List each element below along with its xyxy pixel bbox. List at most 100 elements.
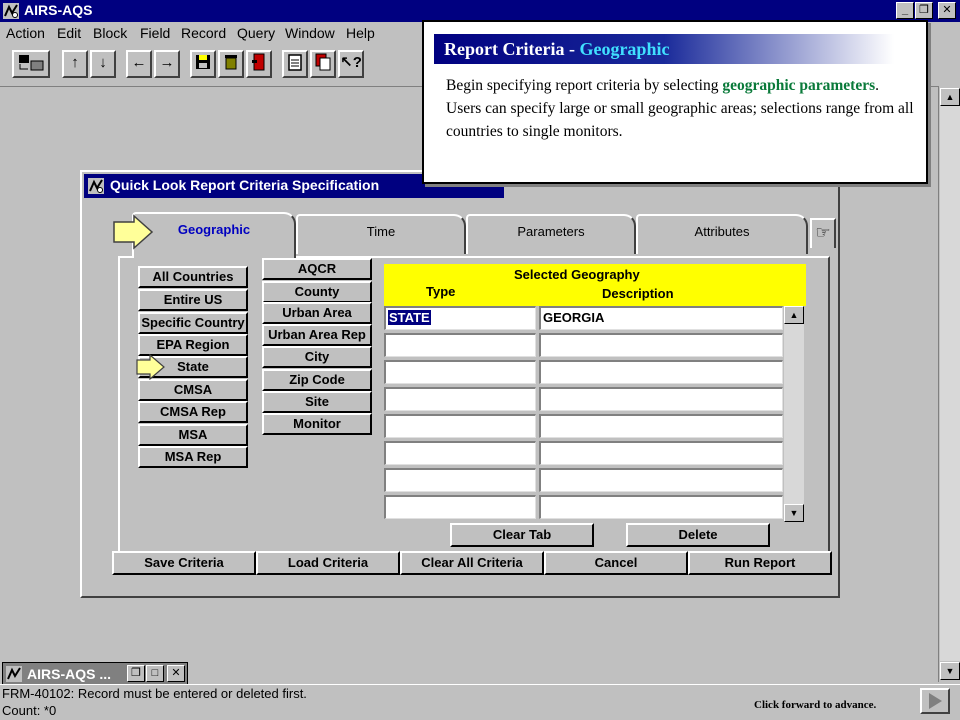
minimized-window[interactable]: AIRS-AQS ... ❐ □ ✕ — [2, 662, 188, 686]
grid-type-cell[interactable] — [384, 387, 536, 411]
grid-type-cell[interactable] — [384, 495, 536, 519]
site-button[interactable]: Site — [262, 391, 372, 413]
callout-panel: Report Criteria - Geographic Begin speci… — [422, 20, 928, 184]
minimize-button[interactable]: _ — [896, 2, 914, 19]
msa-rep-button[interactable]: MSA Rep — [138, 446, 248, 468]
right-arrow-icon: → — [159, 54, 175, 71]
grid-description-cell[interactable] — [539, 468, 783, 492]
close-button[interactable]: ✕ — [167, 665, 185, 682]
tab-pointer-arrow-icon — [113, 214, 154, 250]
urban-area-rep-button[interactable]: Urban Area Rep — [262, 324, 372, 346]
minimized-window-title: AIRS-AQS ... — [27, 666, 112, 682]
zip-code-button[interactable]: Zip Code — [262, 369, 372, 391]
run-report-button[interactable]: Run Report — [688, 551, 832, 575]
grid-description-cell[interactable] — [539, 414, 783, 438]
next-block-button[interactable]: → — [154, 50, 180, 78]
entire-us-button[interactable]: Entire US — [138, 289, 248, 311]
grid-scrollbar[interactable]: ▲ ▼ — [784, 306, 804, 522]
menu-block[interactable]: Block — [93, 25, 127, 41]
grid-description-cell[interactable]: GEORGIA — [539, 306, 783, 330]
menu-help[interactable]: Help — [346, 25, 375, 41]
scroll-track[interactable] — [940, 106, 960, 661]
previous-record-button[interactable]: ↑ — [62, 50, 88, 78]
load-criteria-button[interactable]: Load Criteria — [256, 551, 400, 575]
help-icon: ↖? — [340, 54, 362, 71]
clear-all-criteria-button[interactable]: Clear All Criteria — [400, 551, 544, 575]
epa-region-button[interactable]: EPA Region — [138, 334, 248, 356]
county-button[interactable]: County — [262, 281, 372, 303]
left-arrow-icon: ← — [131, 54, 147, 71]
restore-button[interactable]: ❐ — [915, 2, 933, 19]
menu-record[interactable]: Record — [181, 25, 226, 41]
state-pointer-arrow-icon — [136, 354, 165, 380]
grid-description-cell[interactable] — [539, 387, 783, 411]
urban-area-button[interactable]: Urban Area — [262, 302, 372, 324]
clear-tab-button[interactable]: Clear Tab — [450, 523, 594, 547]
forward-button[interactable] — [920, 688, 950, 714]
dialog-title: Quick Look Report Criteria Specification — [110, 177, 380, 193]
menu-window[interactable]: Window — [285, 25, 335, 41]
close-button[interactable]: ✕ — [938, 2, 956, 19]
previous-block-button[interactable]: ← — [126, 50, 152, 78]
next-record-button[interactable]: ↓ — [90, 50, 116, 78]
maximize-button[interactable]: □ — [146, 665, 164, 682]
grid-type-cell[interactable] — [384, 441, 536, 465]
copy-button[interactable] — [310, 50, 336, 78]
exit-button[interactable] — [246, 50, 272, 78]
callout-heading: Report Criteria - Geographic — [434, 34, 894, 64]
play-forward-icon — [929, 693, 942, 709]
clipboard-button[interactable] — [282, 50, 308, 78]
grid-description-cell[interactable] — [539, 360, 783, 384]
grid-type-cell[interactable]: STATE — [384, 306, 536, 330]
tab-geographic[interactable]: Geographic — [132, 212, 296, 258]
app-logo-icon — [88, 178, 104, 194]
app-logo-icon — [6, 666, 22, 682]
grid-type-cell[interactable] — [384, 333, 536, 357]
grid-description-cell[interactable] — [539, 333, 783, 357]
msa-button[interactable]: MSA — [138, 424, 248, 446]
enter-query-button[interactable] — [12, 50, 50, 78]
grid-type-cell[interactable] — [384, 414, 536, 438]
menu-edit[interactable]: Edit — [57, 25, 81, 41]
scroll-up-icon[interactable]: ▲ — [940, 88, 960, 106]
menu-query[interactable]: Query — [237, 25, 275, 41]
status-message: FRM-40102: Record must be entered or del… — [2, 686, 307, 701]
grid-type-cell[interactable] — [384, 468, 536, 492]
grid-description-cell[interactable] — [539, 495, 783, 519]
specific-country-button[interactable]: Specific Country — [138, 312, 248, 334]
quick-look-dialog: Quick Look Report Criteria Specification… — [80, 170, 840, 598]
save-button[interactable] — [190, 50, 216, 78]
delete-record-button[interactable] — [218, 50, 244, 78]
menu-action[interactable]: Action — [6, 25, 45, 41]
grid-type-cell[interactable] — [384, 360, 536, 384]
monitor-button[interactable]: Monitor — [262, 413, 372, 435]
scroll-up-icon[interactable]: ▲ — [784, 306, 804, 324]
delete-button[interactable]: Delete — [626, 523, 770, 547]
callout-body: Begin specifying report criteria by sele… — [446, 77, 914, 140]
pointing-hand-icon[interactable]: ☞ — [810, 218, 836, 248]
save-icon — [196, 55, 210, 69]
cancel-button[interactable]: Cancel — [544, 551, 688, 575]
scroll-down-icon[interactable]: ▼ — [940, 662, 960, 680]
scroll-down-icon[interactable]: ▼ — [784, 504, 804, 522]
clipboard-icon — [288, 54, 302, 71]
menu-field[interactable]: Field — [140, 25, 170, 41]
toolbar: ↑ ↓ ← → ↖? — [0, 46, 440, 82]
copy-icon — [315, 53, 331, 71]
cmsa-rep-button[interactable]: CMSA Rep — [138, 401, 248, 423]
trash-icon — [225, 55, 237, 70]
tab-attributes[interactable]: Attributes — [636, 214, 808, 254]
all-countries-button[interactable]: All Countries — [138, 266, 248, 288]
restore-button[interactable]: ❐ — [127, 665, 145, 682]
tab-parameters[interactable]: Parameters — [466, 214, 636, 254]
callout-keyword: geographic parameters — [722, 77, 876, 94]
tab-time[interactable]: Time — [296, 214, 466, 254]
save-criteria-button[interactable]: Save Criteria — [112, 551, 256, 575]
callout-heading-main: Report Criteria - — [444, 39, 580, 59]
aqcr-button[interactable]: AQCR — [262, 258, 372, 280]
grid-description-cell[interactable] — [539, 441, 783, 465]
city-button[interactable]: City — [262, 346, 372, 368]
help-button[interactable]: ↖? — [338, 50, 364, 78]
workspace-scrollbar[interactable]: ▲ ▼ — [938, 86, 960, 682]
cmsa-button[interactable]: CMSA — [138, 379, 248, 401]
